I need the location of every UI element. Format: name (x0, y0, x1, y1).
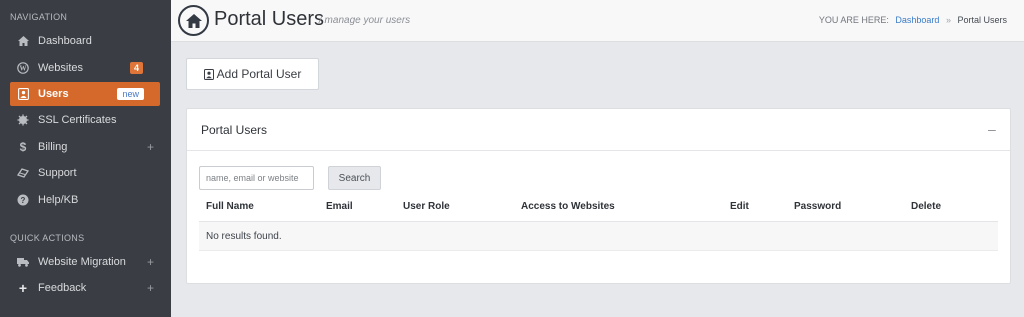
page-title: Portal Users (214, 8, 325, 30)
sidebar: NAVIGATION Dashboard W Websites 4 Users … (0, 0, 171, 317)
expand-icon[interactable]: + (147, 140, 154, 154)
sidebar-item-label: Support (38, 167, 77, 179)
sidebar-item-support[interactable]: Support (10, 161, 160, 185)
column-header: User Role (403, 201, 450, 212)
dollar-icon: $ (19, 140, 27, 154)
add-portal-user-label: Add Portal User (216, 67, 302, 81)
column-header: Edit (730, 201, 749, 212)
table-header: Full Name Email User Role Access to Webs… (199, 194, 998, 222)
panel-header: Portal Users – (187, 109, 1010, 151)
sidebar-item-dashboard[interactable]: Dashboard (10, 29, 160, 53)
page-subtitle: / manage your users (319, 15, 411, 26)
certificate-icon (17, 114, 29, 126)
expand-icon[interactable]: + (147, 281, 154, 295)
wordpress-icon: W (17, 62, 29, 74)
sidebar-item-websites[interactable]: W Websites 4 (10, 56, 160, 80)
collapse-icon[interactable]: – (988, 122, 998, 136)
sidebar-item-label: Feedback (38, 282, 87, 294)
panel-title: Portal Users (201, 123, 268, 137)
svg-text:?: ? (21, 196, 26, 205)
breadcrumb-prefix: YOU ARE HERE: (818, 15, 889, 25)
sidebar-item-label: Help/KB (38, 194, 79, 206)
column-header: Email (326, 201, 353, 212)
users-table: Full Name Email User Role Access to Webs… (199, 194, 998, 251)
svg-text:W: W (20, 65, 27, 73)
add-portal-user-button[interactable]: Add Portal User (186, 58, 319, 90)
column-header: Full Name (206, 201, 254, 212)
user-icon (17, 88, 29, 100)
sidebar-item-help-kb[interactable]: ? Help/KB (10, 188, 160, 212)
sidebar-item-label: Dashboard (38, 35, 92, 47)
sidebar-item-label: Website Migration (38, 256, 126, 268)
help-icon: ? (17, 194, 29, 206)
sidebar-item-website-migration[interactable]: Website Migration + (10, 250, 160, 274)
breadcrumb: YOU ARE HERE: Dashboard » Portal Users (819, 15, 1007, 25)
portal-users-panel: Portal Users – Search Full Name Email Us… (186, 108, 1011, 284)
plus-icon: + (18, 280, 28, 296)
breadcrumb-separator: » (945, 15, 951, 25)
search-input[interactable] (199, 166, 314, 190)
breadcrumb-current: Portal Users (957, 15, 1007, 25)
new-badge: new (117, 88, 144, 100)
support-icon (17, 167, 29, 179)
home-icon[interactable] (178, 5, 209, 36)
table-row: No results found. (199, 222, 998, 251)
sidebar-item-label: SSL Certificates (38, 114, 117, 126)
search-button[interactable]: Search (328, 166, 381, 190)
sidebar-item-label: Users (38, 88, 69, 100)
expand-icon[interactable]: + (147, 255, 154, 269)
navigation-heading: NAVIGATION (10, 12, 68, 22)
truck-icon (17, 256, 29, 268)
breadcrumb-link-dashboard[interactable]: Dashboard (895, 15, 939, 25)
user-icon (203, 68, 214, 80)
dashboard-icon (17, 35, 29, 47)
sidebar-item-billing[interactable]: $ Billing + (10, 135, 160, 159)
sidebar-item-users[interactable]: Users new (10, 82, 160, 106)
count-badge: 4 (129, 62, 143, 74)
column-header: Access to Websites (521, 201, 615, 212)
sidebar-item-label: Billing (38, 141, 68, 153)
sidebar-item-feedback[interactable]: + Feedback + (10, 276, 160, 300)
column-header: Delete (911, 201, 942, 212)
quick-actions-heading: QUICK ACTIONS (10, 233, 85, 243)
sidebar-item-ssl-certificates[interactable]: SSL Certificates (10, 108, 160, 132)
empty-message: No results found. (206, 231, 282, 242)
sidebar-item-label: Websites (38, 62, 84, 74)
column-header: Password (794, 201, 842, 212)
page-header: Portal Users / manage your users YOU ARE… (171, 0, 1024, 42)
